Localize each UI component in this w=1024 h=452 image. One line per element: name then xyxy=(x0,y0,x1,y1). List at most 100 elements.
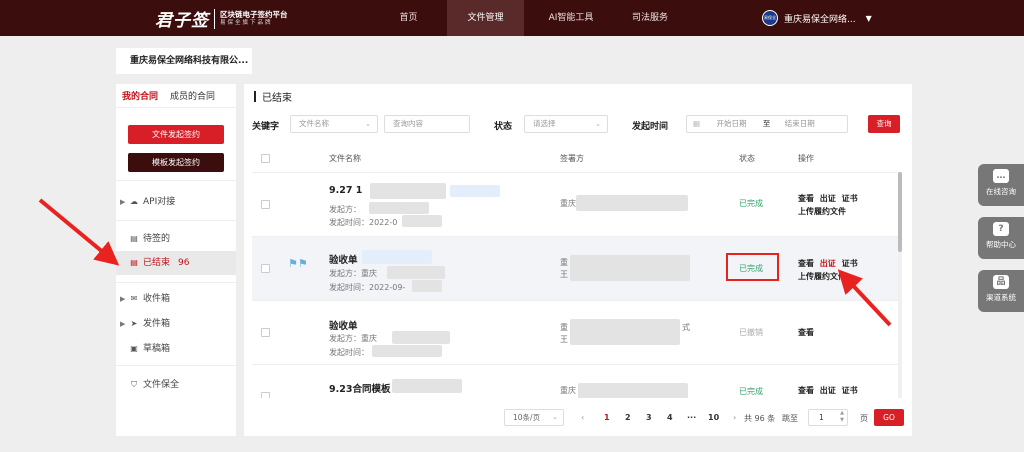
arrow-left xyxy=(38,198,120,266)
logo[interactable]: 君子签 区块链电子签约平台 易保全旗下品牌 xyxy=(155,6,288,31)
divider xyxy=(116,365,236,366)
row-checkbox[interactable] xyxy=(261,392,270,398)
jump-page-input[interactable]: 1 ▲ ▼ xyxy=(808,409,848,426)
sidebar-item-label: 发件箱 xyxy=(143,319,171,329)
stepper-icon[interactable]: ▲ ▼ xyxy=(840,410,844,424)
page-ellipsis[interactable]: ··· xyxy=(687,413,696,422)
sidebar-item-label: 文件保全 xyxy=(143,380,180,390)
company-name: 重庆易保全网络... xyxy=(784,14,856,25)
top-navbar: 君子签 区块链电子签约平台 易保全旗下品牌 首页 文件管理 AI智能工具 司法服… xyxy=(0,0,1024,36)
evidence-link[interactable]: 出证 xyxy=(820,194,836,203)
status-badge: 已完成 xyxy=(739,387,763,396)
certificate-link[interactable]: 证书 xyxy=(842,259,858,268)
org-chart-icon: 品 xyxy=(993,275,1009,289)
filter-bar: 关键字 文件名称 ⌄ 查询内容 状态 请选择 ⌄ 发起时间 ▦ 开始日期 至 结… xyxy=(244,115,912,135)
nav-file-management[interactable]: 文件管理 xyxy=(447,0,524,36)
page-size-select[interactable]: 10条/页 ⌄ xyxy=(504,409,564,426)
company-switcher[interactable]: 易保全网络 重庆易保全网络... ▼ xyxy=(762,10,872,26)
search-button[interactable]: 查询 xyxy=(868,115,900,133)
page-10[interactable]: 10 xyxy=(708,413,719,422)
keyword-type-select[interactable]: 文件名称 ⌄ xyxy=(290,115,378,133)
status-label: 状态 xyxy=(494,122,513,132)
date-range-picker[interactable]: ▦ 开始日期 至 结束日期 xyxy=(686,115,848,133)
tab-my-contracts[interactable]: 我的合同 xyxy=(122,89,158,102)
divider xyxy=(116,282,236,283)
row-checkbox[interactable] xyxy=(261,264,270,273)
question-icon: ? xyxy=(993,222,1009,236)
status-badge: 已撤销 xyxy=(739,328,763,337)
logo-subtitle: 区块链电子签约平台 易保全旗下品牌 xyxy=(220,10,288,26)
row-checkbox[interactable] xyxy=(261,328,270,337)
page-unit: 页 xyxy=(860,414,868,423)
table-header: 文件名称 签署方 状态 操作 xyxy=(252,148,902,170)
view-link[interactable]: 查看 xyxy=(798,259,814,268)
evidence-link[interactable]: 出证 xyxy=(820,386,836,395)
total-count: 共 96 条 xyxy=(744,414,776,423)
view-link[interactable]: 查看 xyxy=(798,386,814,395)
select-all-checkbox[interactable] xyxy=(261,154,270,163)
sidebar: 我的合同 成员的合同 文件发起签约 模板发起签约 ▶ ☁ API对接 ▤ 待签的… xyxy=(116,84,236,436)
chevron-down-icon: ⌄ xyxy=(365,120,371,128)
sidebar-item-api[interactable]: ▶ ☁ API对接 xyxy=(116,190,236,214)
shield-icon: ⛉ xyxy=(131,380,137,389)
next-page-icon[interactable]: › xyxy=(733,413,736,422)
finished-count: 96 xyxy=(178,258,190,268)
go-button[interactable]: GO xyxy=(874,409,904,426)
table-row: 9.23合同模板 重庆 已完成 查看 出证 证书 xyxy=(252,364,902,398)
tab-member-contracts[interactable]: 成员的合同 xyxy=(170,89,215,102)
triangle-right-icon: ▶ xyxy=(120,320,126,328)
sidebar-item-outbox[interactable]: ▶ ➤ 发件箱 xyxy=(116,312,236,336)
start-date: 开始日期 xyxy=(716,119,747,128)
sidebar-item-finished[interactable]: ▤ 已结束 96 xyxy=(116,251,236,275)
calendar-icon: ▦ xyxy=(693,119,701,128)
page-3[interactable]: 3 xyxy=(646,413,652,422)
chevron-down-icon: ⌄ xyxy=(552,413,558,421)
chevron-down-icon: ⌄ xyxy=(595,120,601,128)
triangle-right-icon: ▶ xyxy=(120,295,126,303)
nav-home[interactable]: 首页 xyxy=(370,0,447,36)
file-sign-button[interactable]: 文件发起签约 xyxy=(128,125,224,144)
jump-label: 跳至 xyxy=(782,414,798,423)
avatar: 易保全网络 xyxy=(762,10,778,26)
sidebar-item-label: 收件箱 xyxy=(143,294,171,304)
pagination: 10条/页 ⌄ ‹ 1 2 3 4 ··· 10 › 共 96 条 跳至 1 ▲… xyxy=(244,408,912,428)
end-date: 结束日期 xyxy=(784,119,815,128)
table-row: 验收单 发起方：重庆 发起时间： 重 式 王 已撤销 查看 xyxy=(252,300,902,364)
upload-performance-link[interactable]: 上传履约文件 xyxy=(798,206,846,217)
document-icon: ▤ xyxy=(130,234,138,243)
upload-performance-link[interactable]: 上传履约文件 xyxy=(798,271,846,282)
keyword-label: 关键字 xyxy=(252,122,280,132)
nav-ai-tools[interactable]: AI智能工具 xyxy=(524,0,618,36)
table-scrollbar[interactable] xyxy=(898,172,902,398)
sidebar-item-inbox[interactable]: ▶ ✉ 收件箱 xyxy=(116,287,236,311)
table-row: 9.27 1 发起方： 发起时间：2022-0 重庆 已完成 查看 出证 证书 … xyxy=(252,172,902,236)
view-link[interactable]: 查看 xyxy=(798,194,814,203)
page-1[interactable]: 1 xyxy=(604,413,610,422)
sidebar-item-label: 待签的 xyxy=(143,234,171,244)
document-icon: ▤ xyxy=(130,258,138,267)
page-2[interactable]: 2 xyxy=(625,413,631,422)
sidebar-item-drafts[interactable]: ▣ 草稿箱 xyxy=(116,337,236,361)
page-4[interactable]: 4 xyxy=(667,413,673,422)
certificate-link[interactable]: 证书 xyxy=(842,386,858,395)
keyword-input[interactable]: 查询内容 xyxy=(384,115,470,133)
main-nav: 首页 文件管理 AI智能工具 司法服务 xyxy=(370,0,682,36)
table-row: ⚑⚑ 验收单 发起方：重庆 发起时间：2022-09- 重 王 已完成 查看 出… xyxy=(252,236,902,300)
evidence-link[interactable]: 出证 xyxy=(820,259,836,268)
company-tab[interactable]: 重庆易保全网络科技有限公... xyxy=(116,48,252,74)
sidebar-item-label: 草稿箱 xyxy=(143,344,171,354)
prev-page-icon[interactable]: ‹ xyxy=(581,413,584,422)
certificate-link[interactable]: 证书 xyxy=(842,194,858,203)
template-sign-button[interactable]: 模板发起签约 xyxy=(128,153,224,172)
view-link[interactable]: 查看 xyxy=(798,328,814,337)
sidebar-item-pending[interactable]: ▤ 待签的 xyxy=(116,227,236,251)
help-center-button[interactable]: ? 帮助中心 xyxy=(978,217,1024,259)
sidebar-item-preserve[interactable]: ⛉ 文件保全 xyxy=(116,373,236,397)
channel-system-button[interactable]: 品 渠道系统 xyxy=(978,270,1024,312)
scroll-thumb[interactable] xyxy=(898,172,902,252)
row-checkbox[interactable] xyxy=(261,200,270,209)
status-select[interactable]: 请选择 ⌄ xyxy=(524,115,608,133)
flag-icon: ⚑⚑ xyxy=(288,257,308,270)
nav-judicial-service[interactable]: 司法服务 xyxy=(618,0,682,36)
online-consult-button[interactable]: … 在线咨询 xyxy=(978,164,1024,206)
